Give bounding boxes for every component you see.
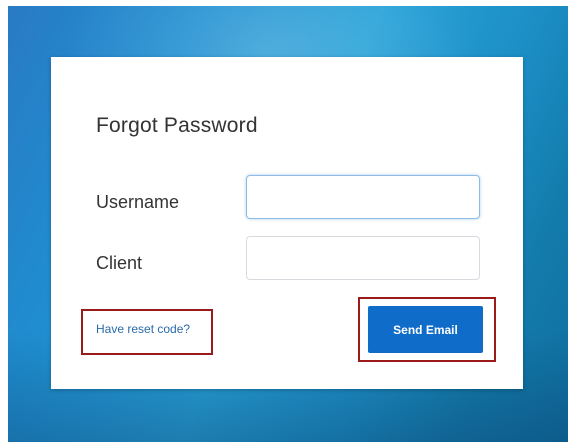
left-edge [0, 0, 8, 442]
top-edge [0, 0, 568, 6]
client-label: Client [96, 253, 143, 273]
username-input[interactable] [246, 175, 480, 219]
page-title: Forgot Password [96, 114, 258, 137]
have-reset-code-link[interactable]: Have reset code? [96, 322, 190, 336]
client-input[interactable] [246, 236, 480, 280]
username-label: Username [96, 192, 180, 212]
send-email-button[interactable]: Send Email [368, 306, 483, 353]
